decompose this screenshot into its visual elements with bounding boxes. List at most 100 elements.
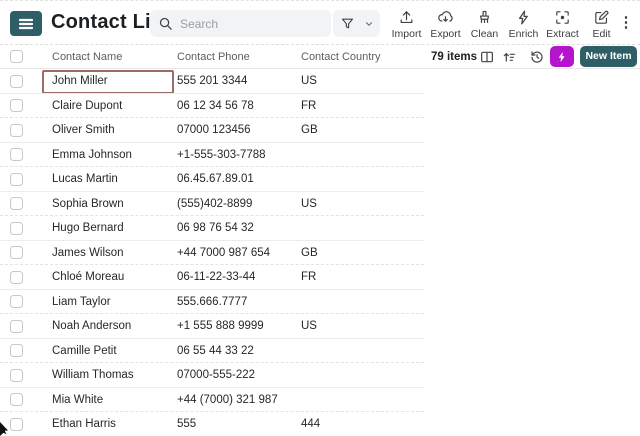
table-row[interactable]: Sophia Brown (555)402-8899 US: [0, 192, 640, 217]
contact-name-cell[interactable]: Sophia Brown: [52, 192, 124, 217]
contact-phone-cell[interactable]: 07000-555-222: [177, 363, 255, 388]
column-header-contact-country[interactable]: Contact Country: [301, 45, 380, 69]
import-label: Import: [391, 27, 422, 40]
row-checkbox[interactable]: [10, 417, 23, 431]
columns-icon: [481, 51, 493, 63]
hamburger-icon: [18, 18, 34, 29]
contact-phone-cell[interactable]: 555 201 3344: [177, 69, 247, 94]
row-checkbox[interactable]: [10, 74, 23, 88]
contact-name-cell[interactable]: Chloé Moreau: [52, 265, 124, 290]
table-row[interactable]: Noah Anderson +1 555 888 9999 US: [0, 314, 640, 339]
table-row[interactable]: Lucas Martin 06.45.67.89.01: [0, 167, 640, 192]
columns-view-button[interactable]: [479, 49, 495, 65]
table-row[interactable]: Oliver Smith 07000 123456 GB: [0, 118, 640, 143]
contact-country-cell[interactable]: GB: [301, 241, 318, 266]
table-row[interactable]: Hugo Bernard 06 98 76 54 32: [0, 216, 640, 241]
search-box[interactable]: [150, 10, 331, 37]
contact-name-cell[interactable]: Claire Dupont: [52, 94, 122, 119]
column-header-contact-name[interactable]: Contact Name: [52, 45, 122, 69]
contact-name-cell[interactable]: Liam Taylor: [52, 290, 111, 315]
kebab-menu-icon[interactable]: ⋮: [617, 12, 635, 34]
contact-country-cell[interactable]: FR: [301, 94, 316, 119]
contact-country-cell[interactable]: US: [301, 69, 317, 94]
contact-phone-cell[interactable]: +1 555 888 9999: [177, 314, 264, 339]
table-row[interactable]: Mia White +44 (7000) 321 987: [0, 388, 640, 413]
contact-phone-cell[interactable]: +44 (7000) 321 987: [177, 388, 278, 413]
extract-scan-icon: [556, 10, 569, 24]
top-toolbar: Contact List Import: [0, 1, 640, 45]
row-checkbox[interactable]: [10, 246, 23, 259]
table-row[interactable]: Camille Petit 06 55 44 33 22: [0, 339, 640, 364]
edit-button[interactable]: Edit: [582, 4, 621, 44]
contact-name-cell[interactable]: Oliver Smith: [52, 118, 115, 143]
toolbar-actions: Import Export Clean Enrich Extract Edit: [387, 4, 621, 44]
row-checkbox[interactable]: [10, 197, 23, 210]
export-button[interactable]: Export: [426, 4, 465, 44]
contact-phone-cell[interactable]: +44 7000 987 654: [177, 241, 270, 266]
sort-button[interactable]: [501, 49, 517, 65]
contact-phone-cell[interactable]: 555.666.7777: [177, 290, 247, 315]
contact-country-cell[interactable]: GB: [301, 118, 318, 143]
table-row[interactable]: James Wilson +44 7000 987 654 GB: [0, 241, 640, 266]
contact-country-cell[interactable]: 444: [301, 412, 320, 436]
table-row[interactable]: Chloé Moreau 06-11-22-33-44 FR: [0, 265, 640, 290]
chevron-down-icon: [366, 21, 372, 26]
contact-name-cell[interactable]: James Wilson: [52, 241, 124, 266]
contact-phone-cell[interactable]: +1-555-303-7788: [177, 143, 266, 168]
contact-name-cell[interactable]: William Thomas: [52, 363, 134, 388]
contact-phone-cell[interactable]: 06 12 34 56 78: [177, 94, 254, 119]
table-row[interactable]: Liam Taylor 555.666.7777: [0, 290, 640, 315]
clean-button[interactable]: Clean: [465, 4, 504, 44]
table-row[interactable]: John Miller 555 201 3344 US: [0, 69, 640, 94]
history-button[interactable]: [529, 49, 545, 65]
table-header-row: Contact Name Contact Phone Contact Count…: [0, 45, 640, 69]
row-checkbox[interactable]: [10, 368, 23, 382]
row-checkbox[interactable]: [10, 123, 23, 137]
contact-name-cell[interactable]: Noah Anderson: [52, 314, 131, 339]
table-row[interactable]: Emma Johnson +1-555-303-7788: [0, 143, 640, 168]
app-window: Contact List Import: [0, 0, 640, 436]
row-checkbox[interactable]: [10, 295, 23, 308]
enrich-button[interactable]: Enrich: [504, 4, 543, 44]
extract-button[interactable]: Extract: [543, 4, 582, 44]
row-checkbox[interactable]: [10, 393, 23, 406]
contact-phone-cell[interactable]: 06.45.67.89.01: [177, 167, 254, 192]
row-checkbox[interactable]: [10, 344, 23, 357]
import-button[interactable]: Import: [387, 4, 426, 44]
select-all-checkbox[interactable]: [10, 50, 23, 63]
contact-country-cell[interactable]: US: [301, 192, 317, 217]
ai-automation-button[interactable]: [550, 46, 574, 67]
contact-name-cell[interactable]: Ethan Harris: [52, 412, 116, 436]
contact-phone-cell[interactable]: 06 98 76 54 32: [177, 216, 254, 241]
filter-button[interactable]: [333, 10, 380, 37]
contact-name-cell[interactable]: John Miller: [52, 69, 108, 94]
contact-phone-cell[interactable]: 06-11-22-33-44: [177, 265, 255, 290]
table-row[interactable]: Ethan Harris 555 444: [0, 412, 640, 436]
lightning-icon: [558, 51, 565, 62]
contact-name-cell[interactable]: Camille Petit: [52, 339, 117, 364]
contact-phone-cell[interactable]: 555: [177, 412, 196, 436]
table-row[interactable]: Claire Dupont 06 12 34 56 78 FR: [0, 94, 640, 119]
row-checkbox[interactable]: [10, 270, 23, 284]
contact-name-cell[interactable]: Lucas Martin: [52, 167, 118, 192]
menu-button[interactable]: [10, 11, 42, 36]
row-checkbox[interactable]: [10, 99, 23, 112]
contact-phone-cell[interactable]: (555)402-8899: [177, 192, 252, 217]
contact-country-cell[interactable]: FR: [301, 265, 316, 290]
contact-name-cell[interactable]: Mia White: [52, 388, 103, 413]
row-checkbox[interactable]: [10, 319, 23, 333]
row-checkbox[interactable]: [10, 148, 23, 161]
contact-phone-cell[interactable]: 07000 123456: [177, 118, 251, 143]
edit-label: Edit: [592, 27, 611, 40]
row-checkbox[interactable]: [10, 172, 23, 186]
contact-phone-cell[interactable]: 06 55 44 33 22: [177, 339, 254, 364]
contact-country-cell[interactable]: US: [301, 314, 317, 339]
new-item-button[interactable]: New Item: [580, 46, 637, 67]
extract-label: Extract: [546, 27, 579, 40]
table-row[interactable]: William Thomas 07000-555-222: [0, 363, 640, 388]
contact-name-cell[interactable]: Emma Johnson: [52, 143, 132, 168]
row-checkbox[interactable]: [10, 221, 23, 235]
contact-name-cell[interactable]: Hugo Bernard: [52, 216, 124, 241]
search-input[interactable]: [180, 16, 323, 31]
column-header-contact-phone[interactable]: Contact Phone: [177, 45, 250, 69]
